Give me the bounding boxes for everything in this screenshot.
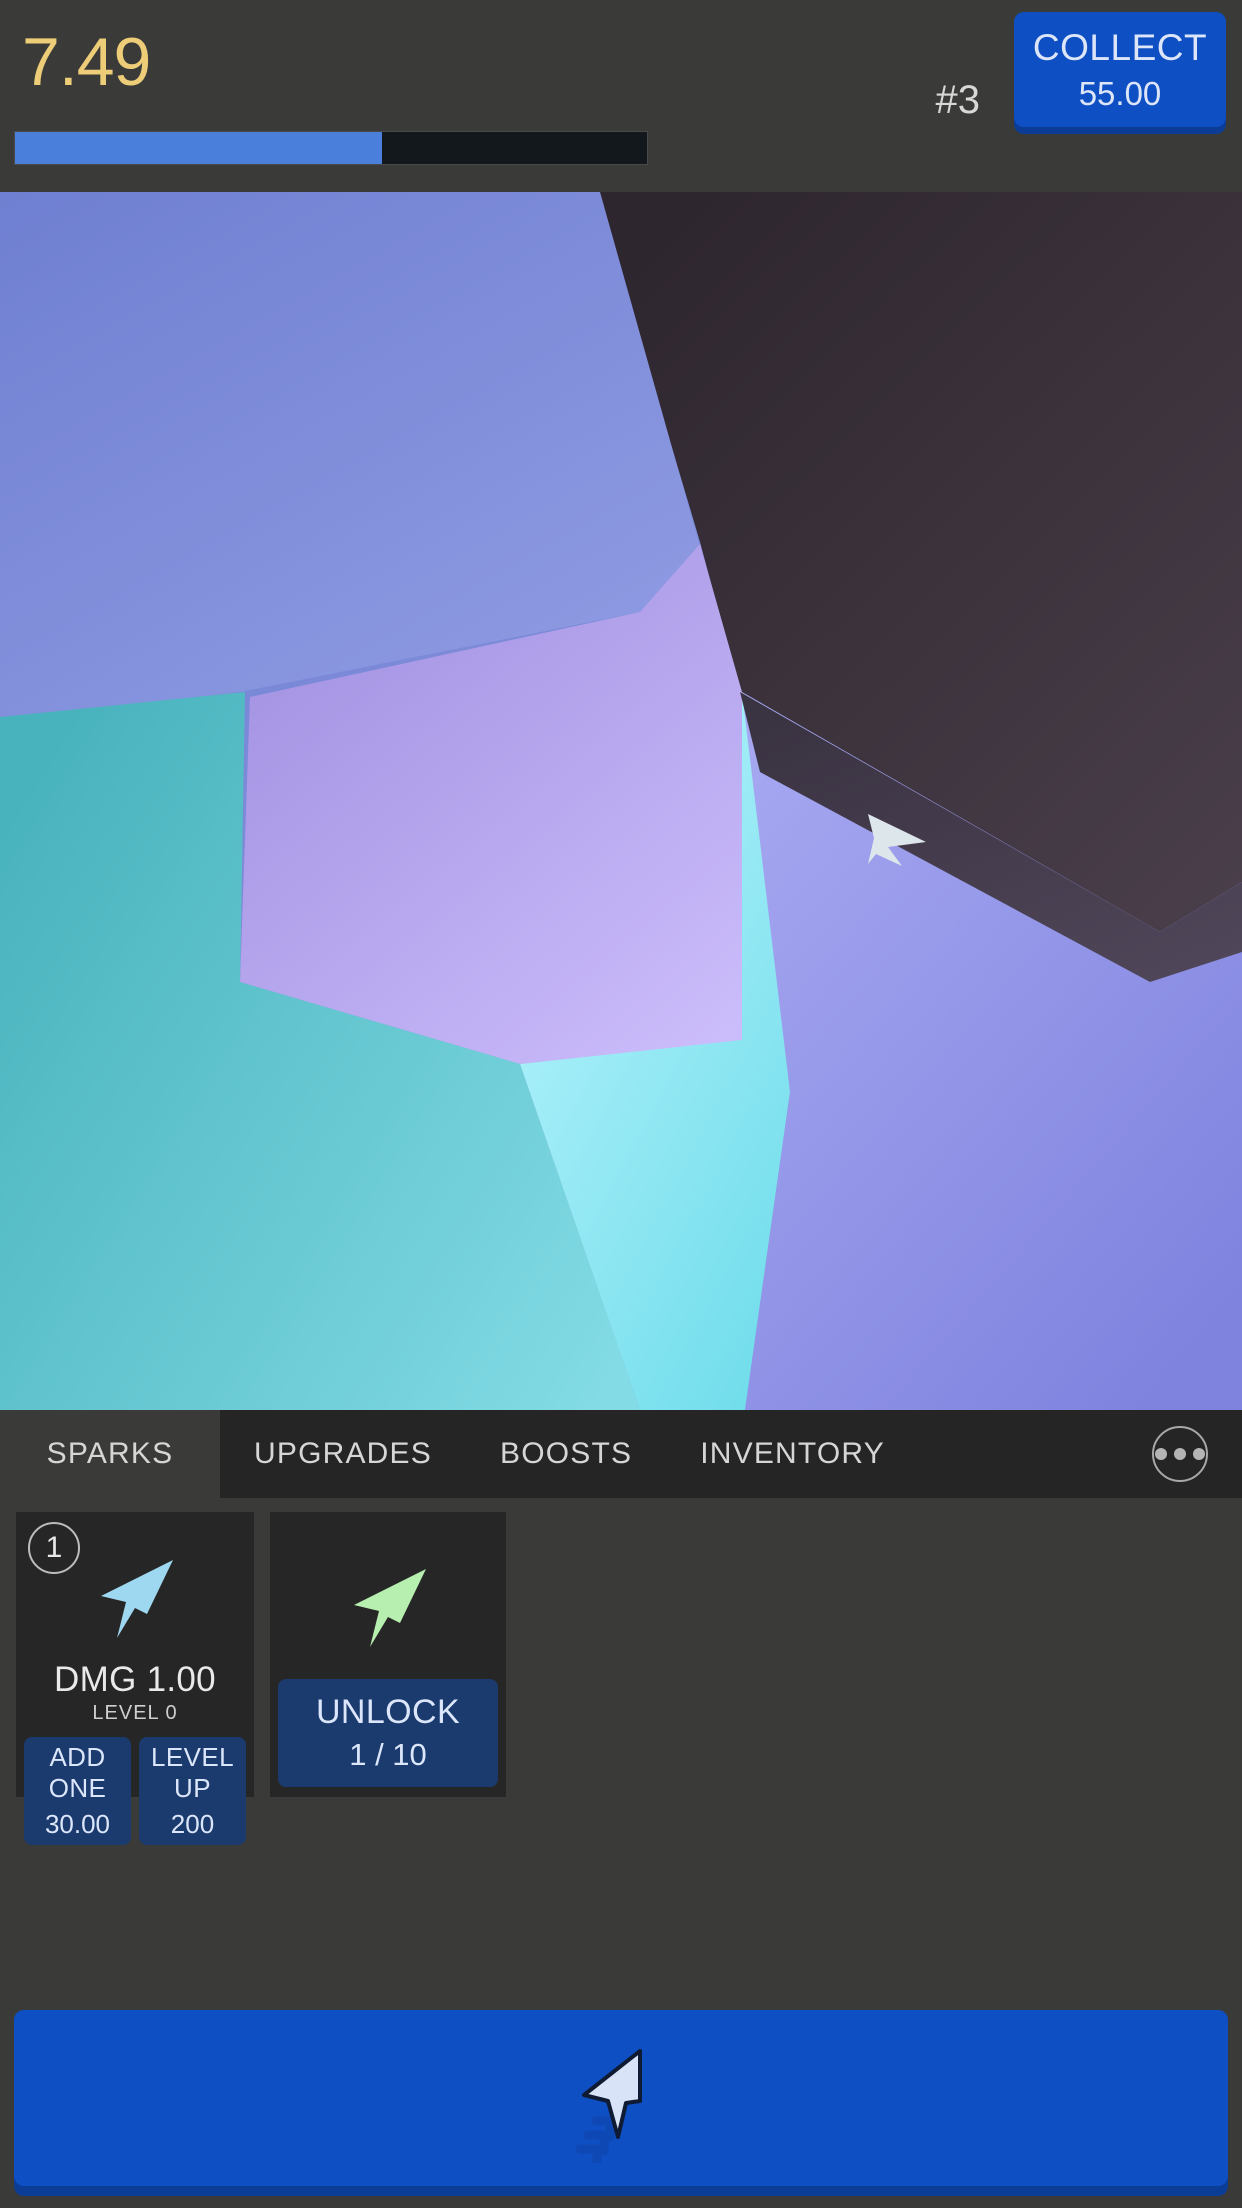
- level-up-cost: 200: [170, 1809, 215, 1839]
- tab-sparks-label: SPARKS: [46, 1437, 174, 1470]
- unlock-button[interactable]: UNLOCK 1 / 10: [278, 1679, 498, 1787]
- tab-inventory[interactable]: INVENTORY: [666, 1410, 919, 1498]
- collect-button[interactable]: COLLECT 55.00: [1014, 12, 1226, 127]
- game-canvas[interactable]: [0, 192, 1242, 1410]
- currency-value: 7.49: [22, 24, 151, 100]
- tab-bar: SPARKS UPGRADES BOOSTS INVENTORY: [0, 1410, 1242, 1498]
- tab-upgrades[interactable]: UPGRADES: [220, 1410, 466, 1498]
- ellipsis-dot: [1155, 1448, 1167, 1460]
- click-action-button[interactable]: [14, 2010, 1228, 2186]
- big-action-container: [0, 2010, 1242, 2208]
- add-one-label: ADD ONE: [48, 1742, 107, 1803]
- ellipsis-dot: [1193, 1448, 1205, 1460]
- tab-boosts[interactable]: BOOSTS: [466, 1410, 666, 1498]
- locked-card-actions: UNLOCK 1 / 10: [270, 1679, 506, 1797]
- ellipsis-icon: [1152, 1426, 1208, 1482]
- tab-boosts-label: BOOSTS: [499, 1437, 633, 1470]
- game-screen: 7.49 #3 COLLECT 55.00 SPARKS UPGRADES BO…: [0, 0, 1242, 2208]
- collect-button-value: 55.00: [1078, 74, 1162, 112]
- content-panel: 1 DMG 1.00 LEVEL 0 ADD ONE 30.00 LEVEL U…: [0, 1498, 1242, 2208]
- ellipsis-dot: [1174, 1448, 1186, 1460]
- add-one-cost: 30.00: [44, 1809, 111, 1839]
- arrow-spark-icon: [75, 1552, 195, 1652]
- spark-card-list: 1 DMG 1.00 LEVEL 0 ADD ONE 30.00 LEVEL U…: [0, 1512, 1242, 1845]
- click-cursor-icon: [575, 2049, 642, 2163]
- level-up-button[interactable]: LEVEL UP 200: [139, 1737, 246, 1845]
- spark-card-locked[interactable]: UNLOCK 1 / 10: [270, 1512, 506, 1797]
- add-one-button[interactable]: ADD ONE 30.00: [24, 1737, 131, 1845]
- spark-card-title: DMG 1.00: [54, 1660, 216, 1699]
- tab-upgrades-label: UPGRADES: [254, 1437, 432, 1470]
- spark-card[interactable]: 1 DMG 1.00 LEVEL 0 ADD ONE 30.00 LEVEL U…: [16, 1512, 254, 1845]
- tabbar-spacer: [919, 1410, 1136, 1498]
- top-hud: 7.49 #3 COLLECT 55.00: [0, 0, 1242, 192]
- arrow-spark-icon: [328, 1556, 448, 1666]
- tab-sparks[interactable]: SPARKS: [0, 1410, 220, 1498]
- level-up-label: LEVEL UP: [151, 1742, 234, 1803]
- unlock-progress: 1 / 10: [349, 1737, 427, 1772]
- progress-bar-track: [14, 131, 648, 165]
- rank-label: #3: [935, 78, 981, 122]
- spark-card-level: LEVEL 0: [92, 1702, 178, 1724]
- progress-bar-fill: [15, 132, 382, 164]
- more-menu-button[interactable]: [1136, 1410, 1224, 1498]
- spark-card-badge: 1: [28, 1522, 80, 1574]
- spark-card-actions: ADD ONE 30.00 LEVEL UP 200: [16, 1737, 254, 1855]
- unlock-label: UNLOCK: [315, 1693, 461, 1731]
- collect-button-label: COLLECT: [1032, 26, 1208, 68]
- tab-inventory-label: INVENTORY: [700, 1437, 885, 1470]
- voronoi-cells: [0, 192, 1242, 1410]
